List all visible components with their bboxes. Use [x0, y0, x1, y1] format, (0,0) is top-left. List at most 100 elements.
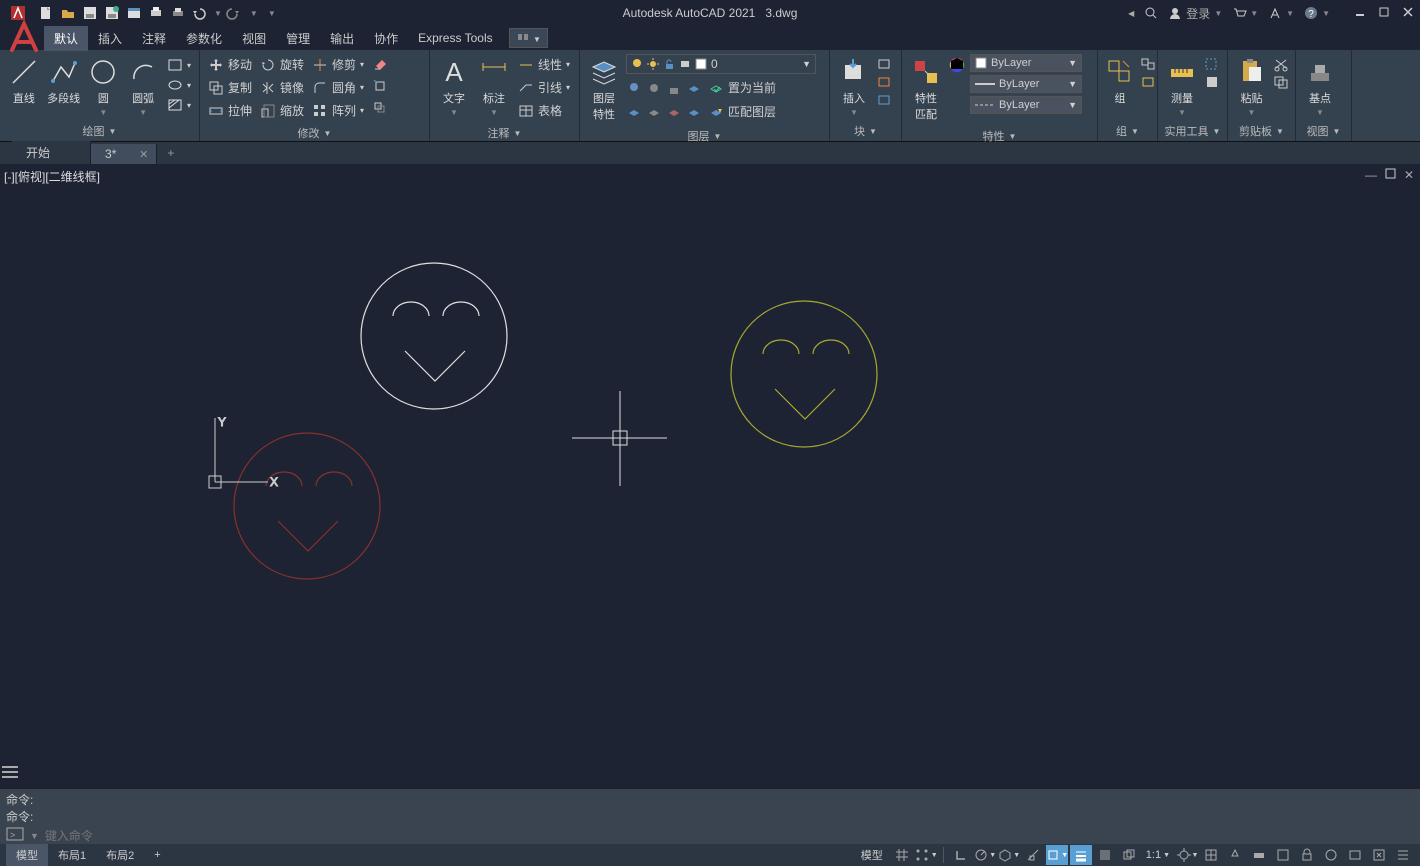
move-button[interactable]: 移动 — [206, 54, 254, 75]
ungroup-icon[interactable] — [1140, 56, 1156, 72]
lock-ui-icon[interactable] — [1296, 845, 1318, 865]
layout-1[interactable]: 布局1 — [48, 844, 96, 866]
layout-model[interactable]: 模型 — [6, 844, 48, 866]
layer-misc1-icon[interactable] — [626, 104, 642, 120]
panel-modify-title[interactable]: 修改▼ — [204, 123, 425, 143]
layer-freeze-icon[interactable] — [646, 80, 662, 96]
panel-util-title[interactable]: 实用工具▼ — [1162, 121, 1223, 141]
tab-annotate[interactable]: 注释 — [132, 26, 176, 51]
open-icon[interactable] — [60, 5, 76, 21]
trim-button[interactable]: 修剪▾ — [310, 54, 366, 75]
measure-button[interactable]: 测量▼ — [1162, 52, 1202, 121]
close-icon[interactable] — [1402, 6, 1414, 21]
add-tab-button[interactable]: + — [157, 142, 184, 164]
vp-minimize-icon[interactable]: — — [1365, 168, 1377, 182]
anno-icon[interactable] — [1224, 845, 1246, 865]
line-button[interactable]: 直线 — [4, 52, 44, 110]
annoscale-text[interactable]: 1:1▼ — [1142, 845, 1174, 865]
stretch-button[interactable]: 拉伸 — [206, 100, 254, 121]
dimension-button[interactable]: 标注▼ — [474, 52, 514, 121]
help-icon[interactable]: ?▼ — [1304, 6, 1330, 20]
layer-misc2-icon[interactable] — [646, 104, 662, 120]
polar-icon[interactable]: ▼ — [974, 845, 996, 865]
cut-icon[interactable] — [1273, 56, 1289, 72]
leader-button[interactable]: 引线▾ — [516, 77, 572, 98]
select-icon[interactable] — [1204, 56, 1220, 72]
workspace-icon[interactable] — [1200, 845, 1222, 865]
explode-icon[interactable] — [370, 76, 390, 96]
insert-button[interactable]: 插入▼ — [834, 52, 874, 121]
cycling-icon[interactable] — [1118, 845, 1140, 865]
isolate-icon[interactable] — [1320, 845, 1342, 865]
fillet-button[interactable]: 圆角▾ — [310, 77, 366, 98]
hatch-icon[interactable]: ▾ — [165, 96, 193, 114]
match-props-button[interactable]: 特性 匹配 — [906, 52, 946, 126]
maximize-icon[interactable] — [1378, 6, 1390, 21]
tab-parametric[interactable]: 参数化 — [176, 26, 232, 51]
panel-block-title[interactable]: 块▼ — [834, 121, 897, 141]
lineweight-icon[interactable] — [1070, 845, 1092, 865]
minimize-icon[interactable] — [1354, 6, 1366, 21]
ellipse-icon[interactable]: ▾ — [165, 76, 193, 94]
table-button[interactable]: 表格 — [516, 100, 564, 121]
copy-button[interactable]: 复制 — [206, 77, 254, 98]
layer-misc3-icon[interactable] — [666, 104, 682, 120]
mirror-button[interactable]: 镜像 — [258, 77, 306, 98]
redo-icon[interactable] — [228, 5, 244, 21]
tab-view[interactable]: 视图 — [232, 26, 276, 51]
ortho-icon[interactable] — [950, 845, 972, 865]
viewport[interactable]: [-][俯视][二维线框] — ✕ Y X — [0, 164, 1420, 766]
hardware-icon[interactable] — [1344, 845, 1366, 865]
units-icon[interactable] — [1248, 845, 1270, 865]
tab-insert[interactable]: 插入 — [88, 26, 132, 51]
viewport-label[interactable]: [-][俯视][二维线框] — [4, 168, 100, 185]
block-attr-icon[interactable] — [876, 92, 892, 108]
osnap-icon[interactable]: ▼ — [1046, 845, 1068, 865]
panel-annot-title[interactable]: 注释▼ — [434, 123, 575, 143]
layer-lock-icon[interactable] — [666, 80, 682, 96]
print-icon[interactable] — [170, 5, 186, 21]
block-edit-icon[interactable] — [876, 74, 892, 90]
color-wheel-icon[interactable] — [946, 56, 968, 74]
save-icon[interactable] — [82, 5, 98, 21]
otrack-icon[interactable] — [1022, 845, 1044, 865]
isodraft-icon[interactable]: ▼ — [998, 845, 1020, 865]
plot-icon[interactable] — [148, 5, 164, 21]
new-icon[interactable] — [38, 5, 54, 21]
arc-button[interactable]: 圆弧▼ — [123, 52, 163, 121]
cmd-history-icon[interactable] — [2, 766, 18, 781]
text-button[interactable]: A文字▼ — [434, 52, 474, 121]
color-dropdown[interactable]: ByLayer▼ — [970, 54, 1082, 72]
panel-draw-title[interactable]: 绘图▼ — [4, 121, 195, 141]
circle-button[interactable]: 圆▼ — [84, 52, 124, 121]
model-toggle[interactable]: 模型 — [855, 845, 889, 865]
calc-icon[interactable] — [1204, 74, 1220, 90]
tab-collab[interactable]: 协作 — [364, 26, 408, 51]
filetab-start[interactable]: 开始 — [12, 141, 91, 164]
layout-add[interactable]: + — [144, 846, 170, 864]
rotate-button[interactable]: 旋转 — [258, 54, 306, 75]
rect-icon[interactable]: ▾ — [165, 56, 193, 74]
group-button[interactable]: 组 — [1102, 52, 1138, 110]
panel-clip-title[interactable]: 剪贴板▼ — [1232, 121, 1291, 141]
matchlayer-button[interactable]: 匹配图层 — [706, 101, 778, 122]
undo-icon[interactable] — [192, 5, 208, 21]
copy-clip-icon[interactable] — [1273, 74, 1289, 90]
lineweight-dropdown[interactable]: ByLayer▼ — [970, 75, 1082, 93]
panel-layer-title[interactable]: 图层▼ — [584, 126, 825, 146]
layer-dropdown[interactable]: 0 ▼ — [626, 54, 816, 74]
scale-button[interactable]: 缩放 — [258, 100, 306, 121]
login-button[interactable]: 登录▼ — [1168, 5, 1222, 22]
polyline-button[interactable]: 多段线 — [44, 52, 84, 110]
filetab-current[interactable]: 3*✕ — [91, 144, 157, 164]
snap-icon[interactable]: ▼ — [915, 845, 937, 865]
block-create-icon[interactable] — [876, 56, 892, 72]
vp-close-icon[interactable]: ✕ — [1404, 168, 1414, 182]
web-icon[interactable] — [126, 5, 142, 21]
array-button[interactable]: 阵列▾ — [310, 100, 366, 121]
tab-default[interactable]: 默认 — [44, 26, 88, 51]
panel-props-title[interactable]: 特性▼ — [906, 126, 1093, 146]
vp-maximize-icon[interactable] — [1385, 168, 1396, 182]
linetype-dropdown[interactable]: ByLayer▼ — [970, 96, 1082, 114]
tab-output[interactable]: 输出 — [320, 26, 364, 51]
